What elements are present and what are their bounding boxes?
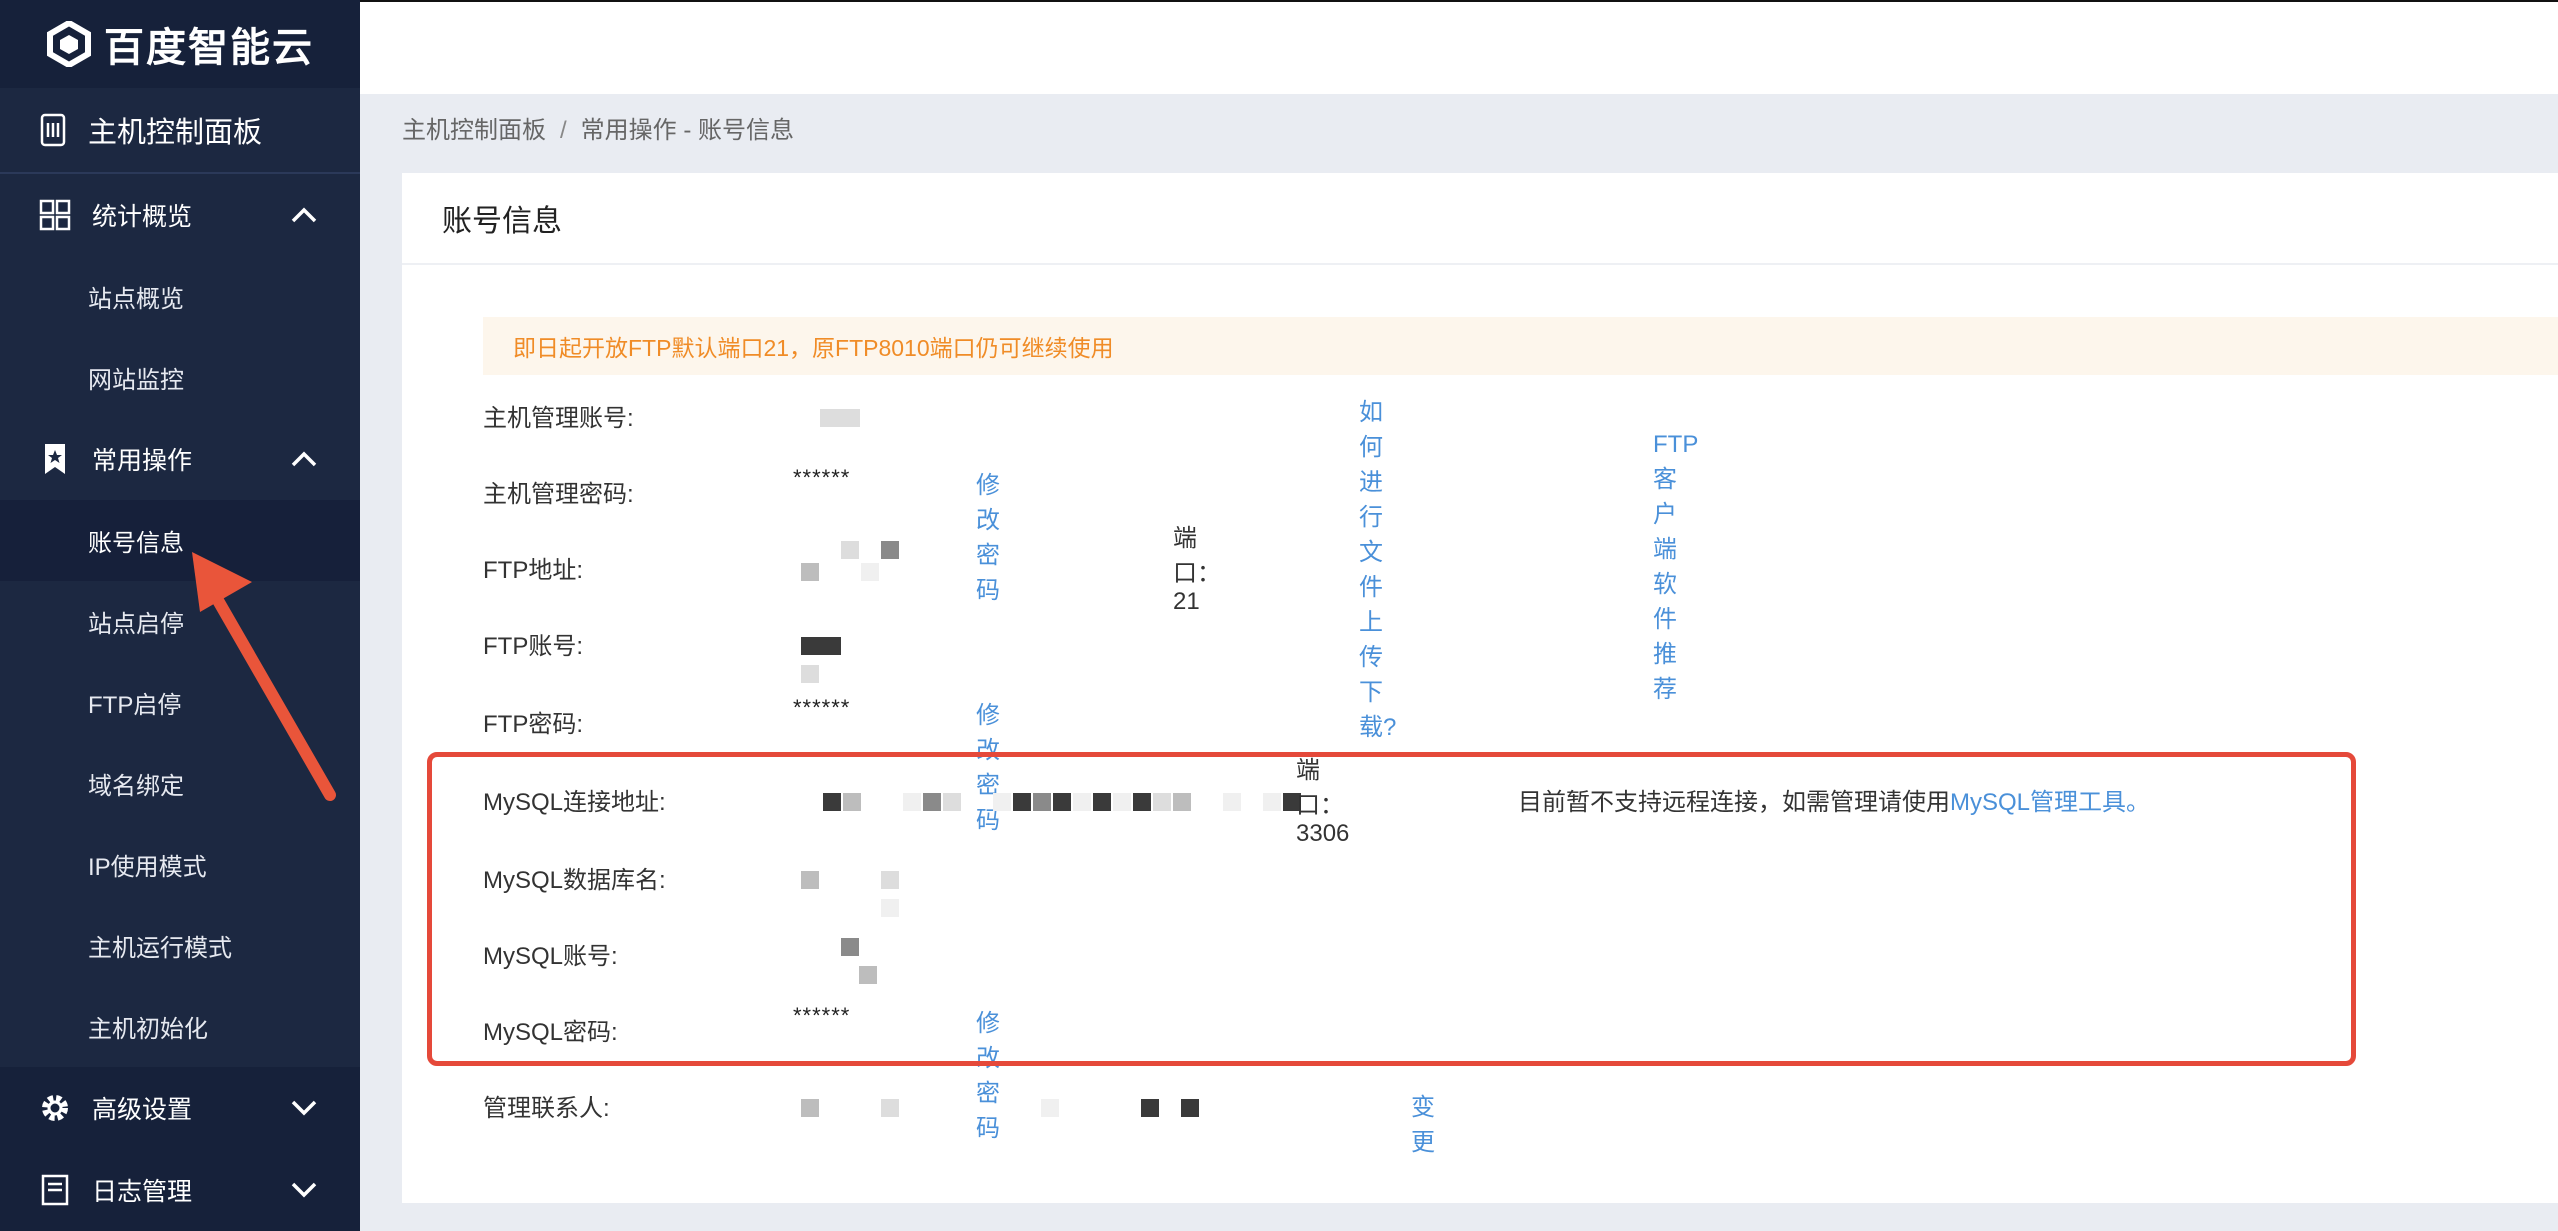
breadcrumb-root[interactable]: 主机控制面板 — [402, 117, 546, 144]
field-label: FTP账号: — [483, 632, 583, 660]
breadcrumb-current: 常用操作 - 账号信息 — [580, 117, 794, 144]
contact-row: 管理联系人: 变更 — [483, 1085, 1435, 1156]
masked-password: ****** — [793, 695, 851, 720]
host-password-row: 主机管理密码: ****** 修改密码 — [483, 465, 1000, 604]
nav-group-common-ops[interactable]: 常用操作 — [0, 418, 360, 500]
field-label: 管理联系人: — [483, 1094, 610, 1122]
sidebar-item-run-mode[interactable]: 主机运行模式 — [0, 905, 360, 986]
nav-group-logs[interactable]: 日志管理 — [0, 1149, 360, 1231]
breadcrumb: 主机控制面板 / 常用操作 - 账号信息 — [402, 110, 794, 145]
sidebar-item-site-overview[interactable]: 站点概览 — [0, 256, 360, 337]
ftp-address-row: FTP地址: 端口：21 如何进行文件上传下载? FTP客户端软件推荐 — [483, 399, 1698, 741]
breadcrumb-separator: / — [560, 117, 567, 144]
nav-group-label: 高级设置 — [92, 1096, 193, 1124]
log-list-icon — [41, 1174, 69, 1206]
nav-group-label: 常用操作 — [92, 447, 193, 475]
masked-password: ****** — [793, 465, 851, 490]
nav-group-label: 日志管理 — [92, 1178, 193, 1206]
ftp-password-row: FTP密码: ****** 修改密码 — [483, 695, 1000, 834]
field-label: 主机管理账号: — [483, 404, 634, 432]
sidebar-item-host-init[interactable]: 主机初始化 — [0, 986, 360, 1067]
chevron-up-icon[interactable] — [290, 206, 318, 224]
redacted-value — [801, 1096, 1201, 1124]
ftp-client-recommend-link[interactable]: FTP客户端软件推荐 — [1653, 431, 1698, 704]
bookmark-star-icon — [45, 444, 65, 474]
redacted-value — [801, 634, 843, 690]
sidebar-item-site-monitor[interactable]: 网站监控 — [0, 337, 360, 418]
change-contact-link[interactable]: 变更 — [1411, 1087, 1435, 1157]
field-label: 主机管理密码: — [483, 480, 634, 508]
brand-name: 百度智能云 — [104, 26, 314, 70]
change-host-password-link[interactable]: 修改密码 — [976, 465, 1000, 605]
ftp-port: 端口：21 — [1173, 525, 1221, 615]
chevron-down-icon[interactable] — [290, 1181, 318, 1199]
gear-icon — [42, 1095, 68, 1121]
sidebar-item-ip-mode[interactable]: IP使用模式 — [0, 824, 360, 905]
annotation-arrow — [192, 552, 336, 801]
server-panel-icon — [40, 113, 66, 147]
mysql-highlight-box — [427, 752, 2356, 1066]
ftp-port-notice: 即日起开放FTP默认端口21，原FTP8010端口仍可继续使用 — [483, 317, 2558, 375]
page-title: 账号信息 — [402, 173, 2558, 265]
brand-logo[interactable]: 百度智能云 — [0, 0, 360, 88]
dashboard-grid-icon — [39, 199, 71, 231]
panel-title[interactable]: 主机控制面板 — [0, 88, 360, 174]
field-label: FTP密码: — [483, 710, 583, 738]
nav-group-stats[interactable]: 统计概览 — [0, 174, 360, 256]
chevron-down-icon[interactable] — [290, 1099, 318, 1117]
file-transfer-help-link[interactable]: 如何进行文件上传下载? — [1359, 392, 1396, 742]
ftp-account-row: FTP账号: — [483, 623, 841, 683]
host-account-row: 主机管理账号: — [483, 395, 860, 435]
nav-group-label: 统计概览 — [92, 203, 193, 231]
field-label: FTP地址: — [483, 556, 583, 584]
chevron-up-icon[interactable] — [290, 450, 318, 468]
sidebar: 百度智能云 主机控制面板 统计概览 站点概览 网站监控 常用操作 账号信息 站点… — [0, 0, 360, 1231]
panel-title-label: 主机控制面板 — [88, 117, 263, 149]
top-header — [360, 0, 2558, 94]
redacted-value — [820, 406, 862, 434]
baidu-cloud-logo-icon — [47, 21, 91, 67]
nav-group-advanced[interactable]: 高级设置 — [0, 1067, 360, 1149]
